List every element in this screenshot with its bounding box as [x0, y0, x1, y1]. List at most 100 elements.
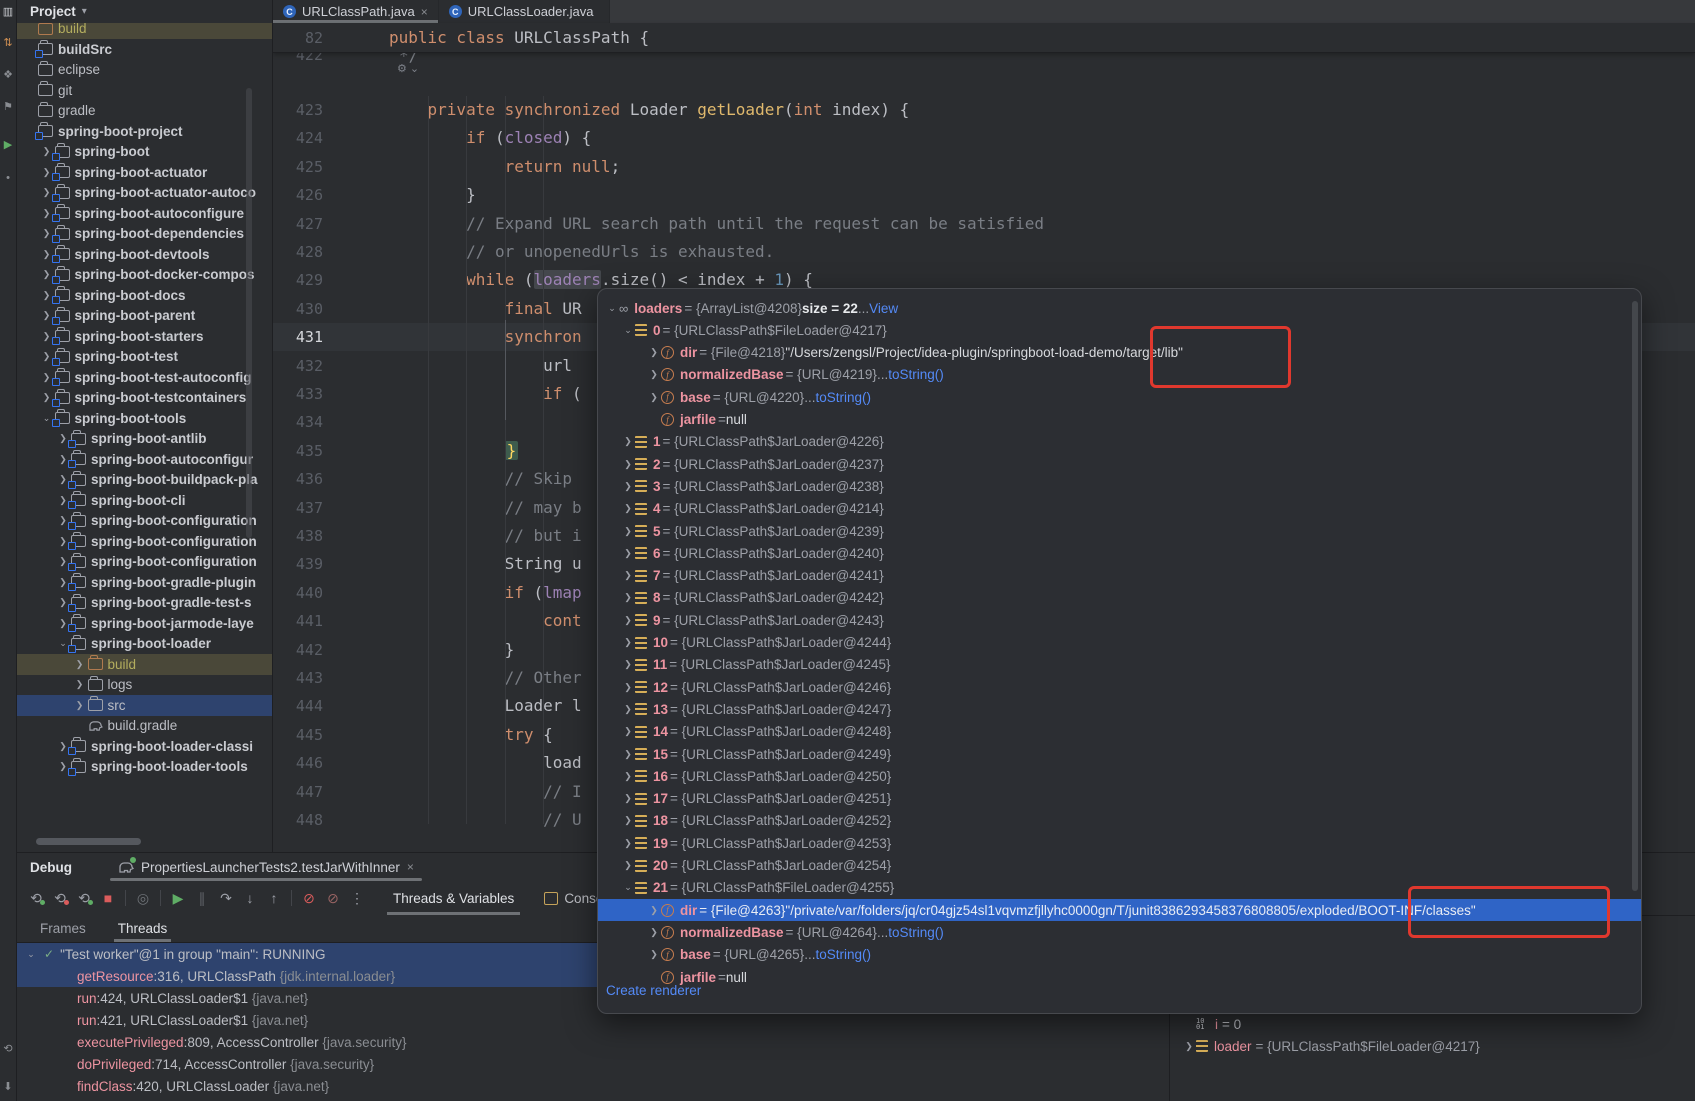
stack-frame-row[interactable]: doPrivileged:714, AccessController {java…: [16, 1053, 1169, 1075]
tree-row-src[interactable]: ❯src: [16, 695, 273, 716]
tree-row-spring-boot-test[interactable]: ❯spring-boot-test: [16, 346, 273, 367]
popup-scrollbar[interactable]: [1632, 301, 1638, 891]
project-panel-header[interactable]: Project ▾: [16, 0, 272, 23]
tab-urlclassloader[interactable]: C URLClassLoader.java: [439, 0, 611, 23]
line-number[interactable]: 437: [273, 494, 323, 522]
popup-row-element-0[interactable]: ⌄0 = {URLClassPath$FileLoader@4217}: [598, 319, 1642, 341]
close-icon[interactable]: ×: [421, 5, 428, 19]
tree-row-spring-boot-buildpack-pla[interactable]: ❯spring-boot-buildpack-pla: [16, 469, 273, 490]
pause-icon[interactable]: ∥: [190, 890, 214, 907]
chevron-collapsed-icon[interactable]: ❯: [72, 679, 88, 690]
step-out-icon[interactable]: ↑: [262, 890, 286, 906]
popup-row-field-dir[interactable]: ❯fdir = {File@4263} "/private/var/folder…: [598, 899, 1642, 921]
structure-tool-icon[interactable]: ❖: [0, 68, 16, 81]
chevron-collapsed-icon[interactable]: ❯: [72, 700, 88, 711]
line-number[interactable]: 438: [273, 522, 323, 550]
popup-row-element-18[interactable]: ❯18 = {URLClassPath$JarLoader@4252}: [598, 810, 1642, 832]
tree-row-spring-boot-project[interactable]: spring-boot-project: [16, 121, 273, 142]
rerun-icon[interactable]: ⟲: [24, 890, 48, 907]
tree-row-buildSrc[interactable]: buildSrc: [16, 39, 273, 60]
bookmarks-tool-icon[interactable]: ⚑: [0, 100, 16, 113]
line-number[interactable]: 427: [273, 210, 323, 238]
popup-row-field-base[interactable]: ❯fbase = {URL@4265} ... toString(): [598, 944, 1642, 966]
tree-row-spring-boot-docs[interactable]: ❯spring-boot-docs: [16, 285, 273, 306]
stack-frame-row[interactable]: findClass:420, URLClassLoader {java.net}: [16, 1075, 1169, 1097]
subtab-threads[interactable]: Threads: [110, 915, 176, 942]
popup-row-element-7[interactable]: ❯7 = {URLClassPath$JarLoader@4241}: [598, 565, 1642, 587]
tree-row-spring-boot-autoconfigur[interactable]: ❯spring-boot-autoconfigur: [16, 449, 273, 470]
stop-icon[interactable]: ■: [96, 890, 120, 906]
chevron-down-icon[interactable]: ▾: [82, 6, 87, 17]
popup-row-element-4[interactable]: ❯4 = {URLClassPath$JarLoader@4214}: [598, 498, 1642, 520]
line-number[interactable]: 423: [273, 96, 323, 124]
line-number[interactable]: 441: [273, 607, 323, 635]
popup-row-field-normalizedBase[interactable]: ❯fnormalizedBase = {URL@4219} ... toStri…: [598, 364, 1642, 386]
line-number[interactable]: 443: [273, 664, 323, 692]
more-icon[interactable]: ⋮: [345, 890, 369, 907]
tree-row-logs[interactable]: ❯logs: [16, 674, 273, 695]
more-tool-icon[interactable]: •: [0, 172, 16, 184]
project-tree-horizontal-scrollbar[interactable]: [36, 838, 141, 845]
line-number[interactable]: 431: [273, 323, 323, 351]
subtab-frames[interactable]: Frames: [32, 915, 94, 942]
popup-row-element-14[interactable]: ❯14 = {URLClassPath$JarLoader@4248}: [598, 721, 1642, 743]
tree-row-spring-boot-test-autoconfig[interactable]: ❯spring-boot-test-autoconfig: [16, 367, 273, 388]
line-number[interactable]: 436: [273, 465, 323, 493]
tree-row-spring-boot-configuration[interactable]: ❯spring-boot-configuration: [16, 551, 273, 572]
gear-chevron-icon[interactable]: ⚙ ⌄: [397, 62, 419, 75]
popup-row-field-dir[interactable]: ❯fdir = {File@4218} "/Users/zengsl/Proje…: [598, 342, 1642, 364]
tree-row-gradle[interactable]: gradle: [16, 100, 273, 121]
tree-row-eclipse[interactable]: eclipse: [16, 59, 273, 80]
line-number[interactable]: 435: [273, 437, 323, 465]
tree-row-spring-boot-parent[interactable]: ❯spring-boot-parent: [16, 305, 273, 326]
popup-row-element-17[interactable]: ❯17 = {URLClassPath$JarLoader@4251}: [598, 788, 1642, 810]
tree-row-spring-boot-configuration[interactable]: ❯spring-boot-configuration: [16, 510, 273, 531]
tree-row-spring-boot-cli[interactable]: ❯spring-boot-cli: [16, 490, 273, 511]
tree-row-spring-boot-actuator-autoco[interactable]: ❯spring-boot-actuator-autoco: [16, 182, 273, 203]
popup-row-element-6[interactable]: ❯6 = {URLClassPath$JarLoader@4240}: [598, 542, 1642, 564]
line-number[interactable]: 447: [273, 778, 323, 806]
step-over-icon[interactable]: ↷: [214, 890, 238, 907]
line-number[interactable]: 446: [273, 749, 323, 777]
tree-row-spring-boot-actuator[interactable]: ❯spring-boot-actuator: [16, 162, 273, 183]
line-number[interactable]: 430: [273, 295, 323, 323]
mute-breakpoints-icon[interactable]: ⊘: [297, 890, 321, 907]
tab-threads-variables[interactable]: Threads & Variables: [387, 881, 520, 915]
tree-row-spring-boot-gradle-plugin[interactable]: ❯spring-boot-gradle-plugin: [16, 572, 273, 593]
resume-icon[interactable]: ▶: [166, 890, 190, 907]
tree-row-spring-boot-jarmode-laye[interactable]: ❯spring-boot-jarmode-laye: [16, 613, 273, 634]
line-number[interactable]: 439: [273, 550, 323, 578]
tree-row-spring-boot-tools[interactable]: ⌄spring-boot-tools: [16, 408, 273, 429]
stack-frame-row[interactable]: executePrivileged:809, AccessController …: [16, 1031, 1169, 1053]
line-number[interactable]: 448: [273, 806, 323, 834]
tree-row-spring-boot-gradle-test-s[interactable]: ❯spring-boot-gradle-test-s: [16, 592, 273, 613]
rerun-tests-icon[interactable]: ⟲: [72, 890, 96, 907]
tree-row-spring-boot-loader-tools[interactable]: ❯spring-boot-loader-tools: [16, 756, 273, 777]
tab-urlclasspath[interactable]: C URLClassPath.java ×: [273, 0, 439, 23]
tree-row-spring-boot-starters[interactable]: ❯spring-boot-starters: [16, 326, 273, 347]
download-tool-icon[interactable]: ⬇: [0, 1080, 16, 1093]
tree-row-spring-boot[interactable]: ❯spring-boot: [16, 141, 273, 162]
popup-row-field-normalizedBase[interactable]: ❯fnormalizedBase = {URL@4264} ... toStri…: [598, 921, 1642, 943]
line-number[interactable]: 425: [273, 153, 323, 181]
tree-row-build.gradle[interactable]: build.gradle: [16, 715, 273, 736]
popup-row-element-1[interactable]: ❯1 = {URLClassPath$JarLoader@4226}: [598, 431, 1642, 453]
popup-row-element-2[interactable]: ❯2 = {URLClassPath$JarLoader@4237}: [598, 453, 1642, 475]
tree-row-spring-boot-loader-classi[interactable]: ❯spring-boot-loader-classi: [16, 736, 273, 757]
debug-session-tab[interactable]: PropertiesLauncherTests2.testJarWithInne…: [110, 853, 422, 881]
watch-icon[interactable]: ◎: [131, 890, 155, 907]
line-number[interactable]: 428: [273, 238, 323, 266]
project-tree-vertical-scrollbar[interactable]: [246, 88, 252, 538]
popup-row-element-12[interactable]: ❯12 = {URLClassPath$JarLoader@4246}: [598, 676, 1642, 698]
line-number[interactable]: 444: [273, 692, 323, 720]
variable-row-loader[interactable]: ❯loader = {URLClassPath$FileLoader@4217}: [1170, 1035, 1695, 1057]
tree-row-spring-boot-antlib[interactable]: ❯spring-boot-antlib: [16, 428, 273, 449]
close-icon[interactable]: ×: [407, 860, 414, 874]
popup-row-element-15[interactable]: ❯15 = {URLClassPath$JarLoader@4249}: [598, 743, 1642, 765]
chevron-collapsed-icon[interactable]: ❯: [72, 659, 88, 670]
run-tool-icon[interactable]: ▶: [0, 138, 16, 151]
popup-row-element-13[interactable]: ❯13 = {URLClassPath$JarLoader@4247}: [598, 698, 1642, 720]
popup-row-field-jarfile[interactable]: fjarfile = null: [598, 966, 1642, 988]
view-breakpoints-icon[interactable]: ⊘: [321, 890, 345, 907]
line-number[interactable]: 445: [273, 721, 323, 749]
